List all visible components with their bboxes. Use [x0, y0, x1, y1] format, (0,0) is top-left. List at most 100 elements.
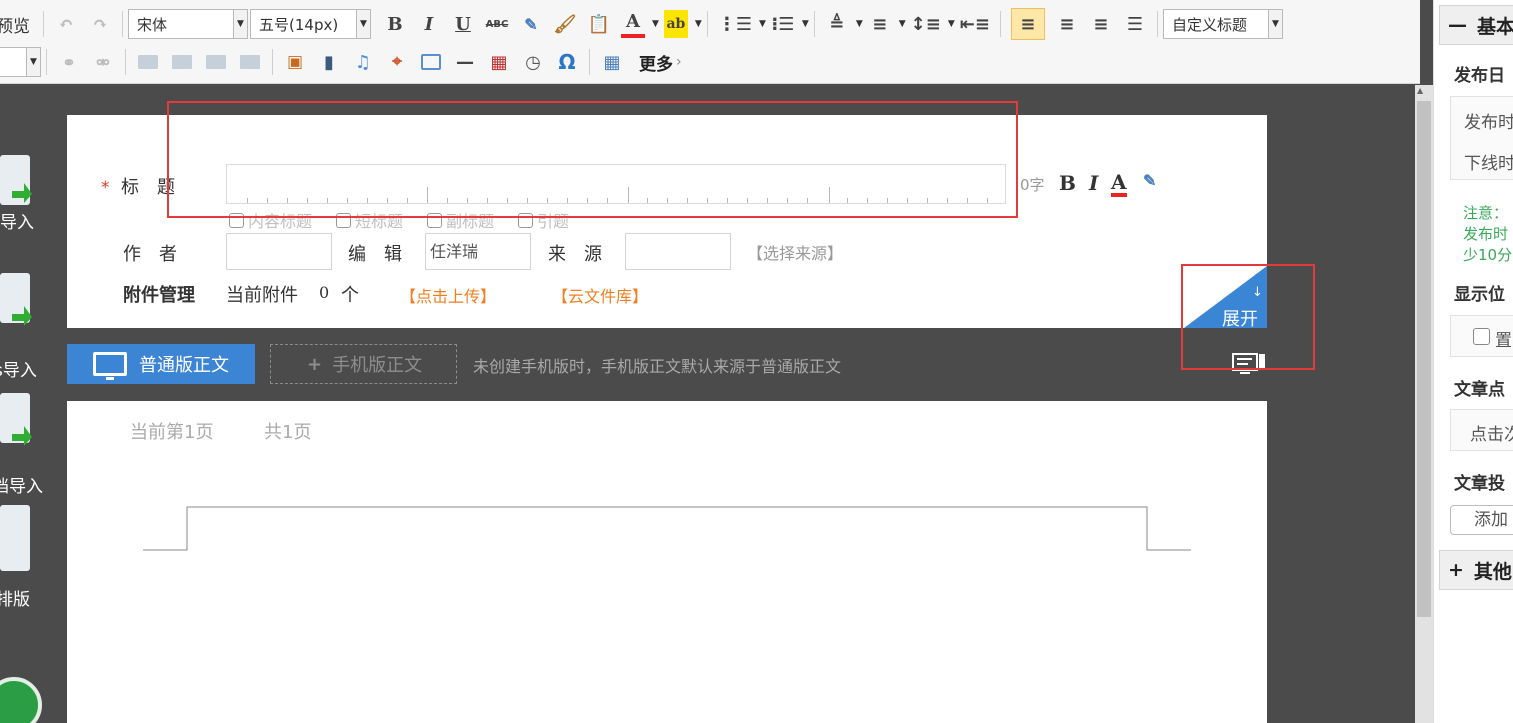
tab-normal-body[interactable]: 普通版正文 — [67, 344, 255, 384]
cloud-library-link[interactable]: 【云文件库】 — [552, 283, 648, 307]
editor-page[interactable]: 当前第1页 共1页 — [67, 401, 1267, 723]
chevron-down-icon[interactable]: ▼ — [652, 19, 659, 29]
insert-table-icon[interactable]: ▦ — [600, 48, 624, 76]
align-center-icon[interactable]: ≡ — [1055, 10, 1079, 38]
insert-image-icon[interactable]: ▣ — [283, 48, 307, 76]
title-type-options: 内容标题 短标题 副标题 引题 — [229, 208, 593, 232]
horizontal-rule-icon[interactable]: — — [453, 48, 477, 76]
device-preview-icon[interactable] — [1232, 352, 1266, 374]
align-right-icon[interactable]: ≡ — [1089, 10, 1113, 38]
paragraph-spacing-bottom-icon[interactable]: ≡ — [868, 10, 892, 38]
redo-icon[interactable]: ↷ — [88, 10, 112, 38]
image-left-shape — [138, 55, 158, 69]
spellcheck-icon[interactable]: ✎ — [519, 10, 543, 38]
expand-label[interactable]: 展开 — [1222, 305, 1258, 331]
image-center-icon[interactable] — [238, 48, 262, 76]
insert-frame-icon[interactable] — [419, 48, 443, 76]
source-input[interactable] — [625, 233, 731, 270]
option-label: 短标题 — [355, 212, 404, 231]
option-subtitle[interactable]: 副标题 — [427, 208, 494, 232]
chevron-down-icon[interactable]: ▼ — [899, 19, 906, 29]
italic-button[interactable]: I — [417, 10, 441, 38]
font-size-select[interactable]: 五号(14px) ▼ — [250, 9, 371, 39]
indent-icon[interactable]: ⇤≡ — [960, 10, 990, 38]
option-content-title[interactable]: 内容标题 — [229, 208, 312, 232]
note-line-1: 注意： — [1463, 204, 1509, 222]
image-left-icon[interactable] — [136, 48, 160, 76]
link-icon[interactable]: ⚭ — [57, 48, 81, 76]
toolbar-separator — [122, 11, 123, 37]
display-position-label: 显示位 — [1454, 285, 1505, 305]
chevron-down-icon[interactable]: ▼ — [759, 19, 766, 29]
checkbox[interactable] — [229, 212, 244, 228]
ruler-minor-tick — [807, 198, 808, 203]
ruler-minor-tick — [307, 198, 308, 203]
checkbox[interactable] — [427, 212, 443, 228]
unordered-list-icon[interactable]: ⁝☰ — [771, 10, 795, 38]
tab-mobile-body[interactable]: + 手机版正文 — [270, 344, 457, 384]
image-right-icon[interactable] — [204, 48, 228, 76]
insert-date-icon[interactable]: ▦ — [487, 48, 511, 76]
choose-source-link[interactable]: 【选择来源】 — [747, 240, 843, 264]
image-none-icon[interactable] — [170, 48, 194, 76]
font-family-select[interactable]: 宋体 ▼ — [128, 9, 248, 39]
unlink-icon[interactable]: ⚮ — [91, 48, 115, 76]
basic-section-header[interactable]: — 基本 — [1439, 5, 1513, 45]
paragraph-spacing-top-icon[interactable]: ≜ — [825, 10, 849, 38]
title-color-button[interactable]: A — [1111, 171, 1127, 197]
align-left-icon[interactable]: ≡ — [1010, 8, 1045, 40]
checkbox[interactable] — [518, 212, 534, 228]
title-input[interactable] — [226, 164, 1006, 204]
option-lead-title[interactable]: 引题 — [518, 208, 569, 232]
insert-time-icon[interactable]: ◷ — [521, 48, 545, 76]
title-italic-button[interactable]: I — [1089, 171, 1098, 195]
add-button[interactable]: 添加 — [1450, 505, 1513, 535]
font-color-button[interactable]: A — [621, 10, 645, 38]
editor-input[interactable]: 任洋瑞 — [425, 233, 531, 270]
arrow-down-icon: ↓ — [1252, 285, 1263, 300]
preview-button[interactable]: 预览 — [0, 12, 30, 37]
chevron-down-icon[interactable]: ▼ — [695, 19, 702, 29]
upload-link[interactable]: 【点击上传】 — [400, 283, 496, 307]
misc-select[interactable]: ▼ — [0, 47, 41, 77]
ordered-list-icon[interactable]: ⋮☰ — [718, 10, 752, 38]
insert-music-icon[interactable]: ♫ — [351, 48, 375, 76]
author-input[interactable] — [226, 233, 332, 270]
insert-video-icon[interactable]: ▮ — [317, 48, 341, 76]
heading-style-select[interactable]: 自定义标题 ▼ — [1162, 9, 1283, 39]
format-painter-icon[interactable]: 🖌 — [553, 10, 577, 38]
chevron-right-icon[interactable]: › — [676, 54, 682, 70]
chevron-down-icon[interactable]: ▼ — [802, 19, 809, 29]
undo-icon[interactable]: ↶ — [54, 10, 78, 38]
chevron-down-icon[interactable]: ▼ — [948, 19, 955, 29]
chevron-down-icon[interactable]: ▼ — [856, 19, 863, 29]
ruler-minor-tick — [667, 198, 668, 203]
publish-time-field[interactable]: 发布时 — [1464, 108, 1513, 133]
underline-button[interactable]: U — [451, 10, 475, 38]
publish-date-label: 发布日 — [1454, 66, 1505, 86]
title-bold-button[interactable]: B — [1059, 171, 1076, 195]
paste-text-icon[interactable]: 📋 — [587, 10, 611, 38]
scroll-up-icon[interactable]: ▲ — [1417, 86, 1423, 95]
insert-map-icon[interactable]: ⌖ — [385, 48, 409, 76]
title-clear-format-icon[interactable]: ✎ — [1143, 171, 1156, 190]
line-height-icon[interactable]: ↕≡ — [911, 10, 941, 38]
offline-time-field[interactable]: 下线时 — [1464, 149, 1513, 174]
toolbar-row-2: ▼ ⚭ ⚮ ▣ ▮ ♫ ⌖ — ▦ ◷ Ω ▦ 更多 › — [0, 43, 682, 81]
toolbar-separator — [272, 49, 273, 75]
option-short-title[interactable]: 短标题 — [336, 208, 403, 232]
image-none-shape — [172, 55, 192, 69]
scrollbar-thumb[interactable] — [1417, 101, 1431, 617]
import-wps-label: s导入 — [0, 361, 37, 381]
strikethrough-button[interactable]: ABC — [485, 10, 509, 38]
more-button[interactable]: 更多 — [639, 50, 673, 75]
other-section-header[interactable]: + 其他 — [1439, 550, 1513, 590]
bold-button[interactable]: B — [383, 10, 407, 38]
align-justify-icon[interactable]: ☰ — [1123, 10, 1147, 38]
attachment-label: 附件管理 — [123, 285, 195, 306]
pin-checkbox[interactable] — [1473, 328, 1490, 345]
clicks-input[interactable]: 点击次 — [1470, 420, 1513, 445]
checkbox[interactable] — [336, 212, 352, 228]
highlight-color-button[interactable]: ab — [663, 10, 688, 38]
special-char-icon[interactable]: Ω — [555, 48, 579, 76]
